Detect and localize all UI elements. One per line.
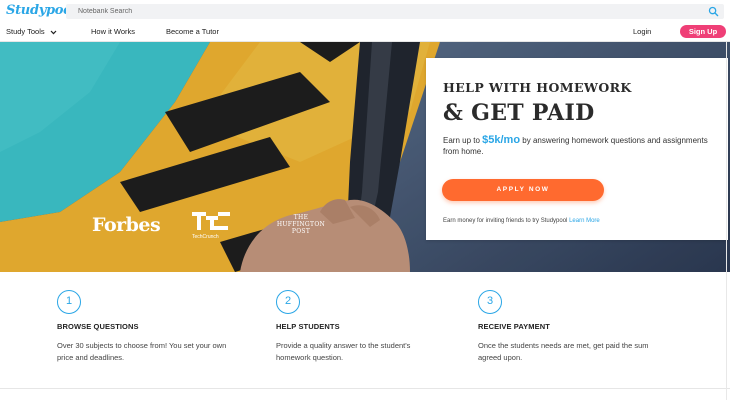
step-2-description: Provide a quality answer to the student'… [276,341,411,362]
chevron-down-icon [50,30,57,34]
earn-card: HELP WITH HOMEWORK & GET PAID Earn up to… [426,58,728,240]
nav-study-tools[interactable]: Study Tools [6,27,57,36]
how-it-works-steps: 1 BROWSE QUESTIONS Over 30 subjects to c… [0,272,730,388]
huffington-post-logo: THE HUFFINGTON POST [276,214,326,235]
step-1-number: 1 [57,290,81,314]
step-1-title: BROWSE QUESTIONS [57,322,139,331]
search-icon[interactable] [708,6,719,17]
earnings-amount: $5k/mo [482,134,521,146]
forbes-logo: Forbes [92,214,161,236]
learn-more-link[interactable]: Learn More [569,218,600,224]
step-3-title: RECEIVE PAYMENT [478,322,550,331]
search-input[interactable] [78,5,678,18]
step-2-title: HELP STUDENTS [276,322,340,331]
referral-text-label: Earn money for inviting friends to try S… [443,218,570,224]
techcrunch-label: TechCrunch [192,234,219,240]
nav-study-tools-label: Study Tools [6,27,45,36]
card-title-line2: & GET PAID [443,100,595,126]
card-body-prefix: Earn up to [443,136,483,145]
card-title-line1: HELP WITH HOMEWORK [443,80,632,95]
referral-text: Earn money for inviting friends to try S… [443,218,600,224]
step-3-number: 3 [478,290,502,314]
login-link[interactable]: Login [633,27,651,36]
main-nav: Study Tools How it Works Become a Tutor … [0,22,730,42]
signup-button[interactable]: Sign Up [680,25,726,38]
card-description: Earn up to $5k/mo by answering homework … [443,135,718,157]
section-divider [0,388,730,400]
step-3-description: Once the students needs are met, get pai… [478,341,649,362]
top-bar: Studypool [0,0,730,22]
scrollbar-track[interactable] [726,42,727,400]
step-2-number: 2 [276,290,300,314]
nav-how-it-works[interactable]: How it Works [91,27,135,36]
step-1-description: Over 30 subjects to choose from! You set… [57,341,227,362]
search-box[interactable] [66,4,724,19]
apply-now-button[interactable]: APPLY NOW [442,179,604,201]
nav-become-tutor[interactable]: Become a Tutor [166,27,219,36]
